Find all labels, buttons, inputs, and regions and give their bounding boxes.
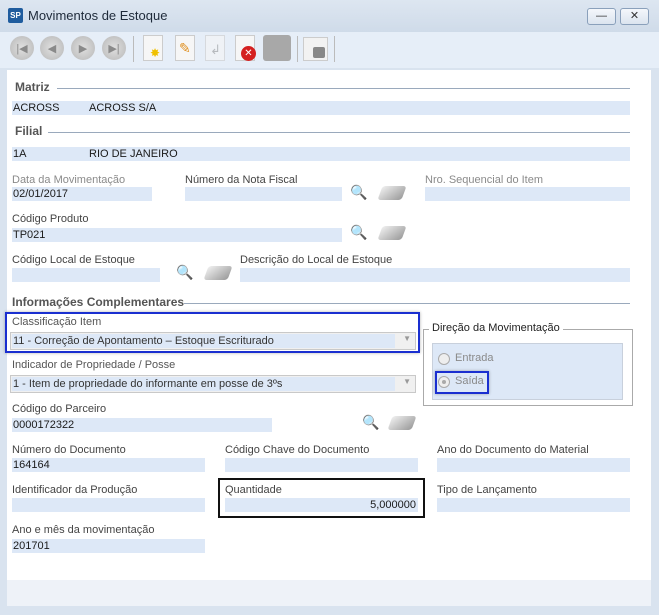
new-document-icon[interactable]: ✸ [143, 35, 163, 61]
last-record-icon[interactable]: ▶| [102, 36, 126, 60]
matriz-name: ACROSS S/A [89, 102, 157, 114]
divider [184, 303, 630, 304]
matriz-field[interactable]: ACROSS ACROSS S/A [12, 101, 630, 115]
toolbar-separator [133, 36, 134, 62]
tipo-lanc-label: Tipo de Lançamento [437, 484, 537, 496]
codigo-produto-field[interactable]: TP021 [12, 228, 342, 242]
direcao-label: Direção da Movimentação [429, 322, 563, 334]
divider [57, 88, 630, 89]
codigo-parceiro-label: Código do Parceiro [12, 403, 107, 415]
indicador-value: 1 - Item de propriedade do informante em… [12, 377, 395, 391]
delete-icon[interactable]: ✕ [235, 35, 256, 61]
data-mov-field[interactable]: 02/01/2017 [12, 187, 152, 201]
indicador-select[interactable]: 1 - Item de propriedade do informante em… [10, 375, 416, 393]
save-icon[interactable] [263, 35, 291, 61]
ano-mes-label: Ano e mês da movimentação [12, 524, 155, 536]
quantidade-field[interactable]: 5,000000 [225, 498, 418, 512]
data-mov-label: Data da Movimentação [12, 174, 126, 186]
edit-document-icon[interactable]: ✎ [175, 35, 195, 61]
classificacao-select[interactable]: 11 - Correção de Apontamento – Estoque E… [10, 332, 416, 350]
chevron-down-icon: ▼ [403, 377, 411, 386]
previous-record-icon[interactable]: ◀ [40, 36, 64, 60]
nro-seq-field[interactable] [425, 187, 630, 201]
first-record-icon[interactable]: |◀ [10, 36, 34, 60]
chevron-down-icon: ▼ [403, 334, 411, 343]
numero-doc-field[interactable]: 164164 [12, 458, 205, 472]
divider [48, 132, 630, 133]
quantidade-label: Quantidade [225, 484, 282, 496]
descricao-local-field[interactable] [240, 268, 630, 282]
nro-seq-label: Nro. Sequencial do Item [425, 174, 544, 186]
section-matriz: Matriz [15, 80, 50, 94]
minimize-button[interactable]: — [587, 8, 616, 25]
filial-code: 1A [13, 148, 27, 160]
entrada-label: Entrada [455, 352, 494, 364]
codigo-local-label: Código Local de Estoque [12, 254, 135, 266]
saida-label: Saída [455, 375, 484, 387]
ident-producao-label: Identificador da Produção [12, 484, 138, 496]
matriz-code: ACROSS [13, 102, 60, 114]
numero-doc-label: Número do Documento [12, 444, 126, 456]
ano-doc-label: Ano do Documento do Material [437, 444, 589, 456]
chave-doc-field[interactable] [225, 458, 418, 472]
search-icon[interactable]: 🔍 [350, 224, 367, 240]
search-icon[interactable]: 🔍 [176, 264, 193, 280]
chave-doc-label: Código Chave do Documento [225, 444, 370, 456]
toolbar-separator [297, 36, 298, 62]
codigo-produto-label: Código Produto [12, 213, 89, 225]
next-record-icon[interactable]: ▶ [71, 36, 95, 60]
radio-saida[interactable] [438, 376, 450, 388]
window-title: Movimentos de Estoque [28, 8, 168, 23]
section-filial: Filial [15, 124, 43, 138]
close-button[interactable]: ✕ [620, 8, 649, 25]
tipo-lanc-field[interactable] [437, 498, 630, 512]
nota-fiscal-label: Número da Nota Fiscal [185, 174, 298, 186]
indicador-label: Indicador de Propriedade / Posse [12, 359, 176, 371]
filial-field[interactable]: 1A RIO DE JANEIRO [12, 147, 630, 161]
section-info-complementares: Informações Complementares [12, 295, 185, 309]
filial-name: RIO DE JANEIRO [89, 148, 178, 160]
ano-mes-field[interactable]: 201701 [12, 539, 205, 553]
toolbar-separator [334, 36, 335, 62]
search-icon[interactable]: 🔍 [362, 414, 379, 430]
classificacao-label: Classificação Item [12, 316, 102, 328]
codigo-parceiro-field[interactable]: 0000172322 [12, 418, 272, 432]
classificacao-value: 11 - Correção de Apontamento – Estoque E… [12, 334, 395, 348]
search-icon[interactable]: 🔍 [350, 184, 367, 200]
toolbar [0, 32, 659, 68]
lock-icon[interactable] [303, 37, 328, 61]
codigo-local-field[interactable] [12, 268, 160, 282]
descricao-local-label: Descrição do Local de Estoque [240, 254, 393, 266]
radio-entrada[interactable] [438, 353, 450, 365]
undo-icon[interactable]: ↲ [205, 35, 225, 61]
status-bar [7, 580, 651, 606]
ident-producao-field[interactable] [12, 498, 205, 512]
nota-fiscal-field[interactable] [185, 187, 342, 201]
ano-doc-field[interactable] [437, 458, 630, 472]
app-logo: SP [8, 8, 23, 23]
